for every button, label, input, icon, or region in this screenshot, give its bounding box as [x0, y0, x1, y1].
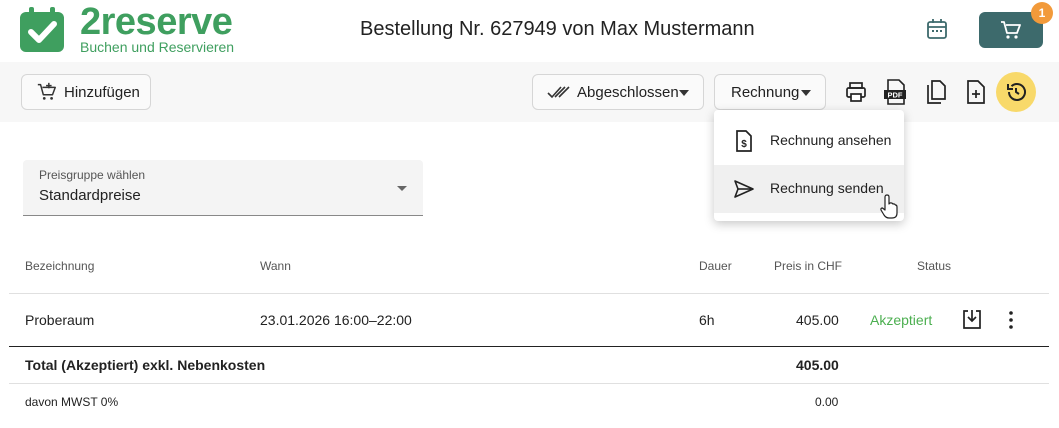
column-header-duration[interactable]: Dauer — [699, 259, 732, 273]
row-when: 23.01.2026 16:00–22:00 — [260, 312, 412, 328]
column-header-price[interactable]: Preis in CHF — [774, 259, 842, 273]
brand[interactable]: 2reserve Buchen und Reservieren — [80, 2, 234, 54]
row-status: Akzeptiert — [870, 312, 933, 328]
price-group-value: Standardpreise — [39, 187, 141, 204]
status-dropdown[interactable]: Abgeschlossen — [532, 74, 704, 110]
menu-item-view-invoice[interactable]: $ Rechnung ansehen — [714, 117, 904, 165]
invoice-menu: $ Rechnung ansehen Rechnung senden — [714, 110, 904, 221]
menu-item-label: Rechnung ansehen — [770, 132, 892, 148]
total-divider — [9, 346, 1049, 347]
logo-icon[interactable] — [18, 6, 66, 54]
invoice-dropdown-label: Rechnung — [731, 83, 800, 101]
svg-text:$: $ — [741, 139, 747, 150]
svg-text:PDF: PDF — [888, 91, 903, 100]
price-group-label: Preisgruppe wählen — [39, 168, 146, 182]
more-vert-icon[interactable] — [1008, 310, 1014, 330]
divider — [9, 383, 1049, 384]
divider — [9, 293, 1049, 294]
hand-cursor-icon — [880, 194, 898, 219]
download-icon[interactable] — [962, 308, 982, 330]
invoice-dropdown[interactable]: Rechnung — [714, 74, 826, 110]
price-group-select[interactable]: Preisgruppe wählen Standardpreise — [23, 160, 423, 216]
menu-item-label: Rechnung senden — [770, 180, 884, 196]
history-button[interactable] — [996, 72, 1036, 112]
invoice-document-icon: $ — [736, 130, 752, 152]
total-value: 405.00 — [796, 357, 839, 373]
add-button-label: Hinzufügen — [64, 83, 140, 101]
total-label: Total (Akzeptiert) exkl. Nebenkosten — [25, 357, 266, 373]
calendar-icon[interactable] — [925, 17, 949, 41]
vat-value: 0.00 — [815, 395, 839, 409]
page-title: Bestellung Nr. 627949 von Max Mustermann — [360, 18, 755, 40]
chevron-down-icon — [397, 186, 407, 191]
add-button[interactable]: Hinzufügen — [21, 74, 151, 110]
row-name: Proberaum — [25, 312, 95, 328]
column-header-when[interactable]: Wann — [260, 259, 291, 273]
history-icon — [1007, 83, 1026, 101]
vat-label: davon MWST 0% — [25, 395, 119, 409]
add-to-cart-icon — [37, 82, 56, 100]
cart-count-badge: 1 — [1031, 2, 1053, 24]
cart-icon — [1001, 21, 1021, 39]
brand-tagline: Buchen und Reservieren — [80, 39, 235, 55]
chevron-down-icon — [679, 90, 689, 96]
chevron-down-icon — [801, 90, 811, 96]
double-check-icon — [547, 86, 570, 99]
new-document-icon[interactable] — [964, 79, 988, 105]
column-header-name[interactable]: Bezeichnung — [25, 259, 94, 273]
brand-name: 2reserve — [80, 1, 233, 43]
print-icon[interactable] — [844, 79, 868, 105]
row-duration: 6h — [699, 312, 715, 328]
row-price: 405.00 — [796, 312, 839, 328]
status-dropdown-label: Abgeschlossen — [577, 83, 679, 101]
pdf-icon[interactable]: PDF — [884, 79, 908, 105]
copy-icon[interactable] — [924, 79, 948, 105]
column-header-status[interactable]: Status — [917, 259, 951, 273]
send-icon — [734, 180, 754, 198]
app-header: 2reserve Buchen und Reservieren Bestellu… — [0, 0, 1059, 62]
menu-item-send-invoice[interactable]: Rechnung senden — [714, 165, 904, 213]
